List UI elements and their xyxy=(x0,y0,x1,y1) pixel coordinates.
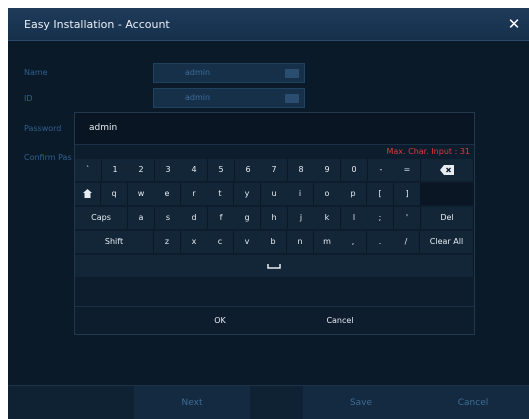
caps-key[interactable]: Caps xyxy=(75,207,128,229)
next-button[interactable]: Next xyxy=(134,386,250,419)
close-icon[interactable]: ✕ xyxy=(503,12,525,36)
key-10[interactable]: 0 xyxy=(341,159,368,181)
ok-button[interactable]: OK xyxy=(165,307,275,335)
key-a[interactable]: a xyxy=(128,207,155,229)
bottom-bar: Next Save Cancel xyxy=(8,385,529,419)
key-.[interactable]: . xyxy=(367,231,394,253)
key-row-1: ` 1 2 3 4 5 6 7 8 9 0- = xyxy=(75,159,475,181)
key-p[interactable]: p xyxy=(340,183,367,205)
key-12[interactable]: = xyxy=(394,159,421,181)
save-button[interactable]: Save xyxy=(303,386,419,419)
id-label: ID xyxy=(24,94,33,103)
key-'[interactable]: ' xyxy=(394,207,421,229)
backspace-icon xyxy=(440,164,454,175)
key-9[interactable]: 9 xyxy=(314,159,341,181)
backspace-key[interactable] xyxy=(421,159,474,181)
name-value: admin xyxy=(185,68,211,77)
keyboard-icon[interactable] xyxy=(285,69,299,78)
key-q[interactable]: q xyxy=(101,183,128,205)
id-field[interactable]: admin xyxy=(153,88,305,108)
shift-key[interactable]: Shift xyxy=(75,231,154,253)
key-11[interactable]: - xyxy=(368,159,395,181)
key-m[interactable]: m xyxy=(314,231,341,253)
max-char-hint: Max. Char. Input : 31 xyxy=(386,147,471,156)
key-w[interactable]: w xyxy=(128,183,155,205)
key-n[interactable]: n xyxy=(287,231,314,253)
key-y[interactable]: y xyxy=(234,183,261,205)
key-s[interactable]: s xyxy=(155,207,182,229)
key-z[interactable]: z xyxy=(154,231,181,253)
key-k[interactable]: k xyxy=(314,207,341,229)
key-i[interactable]: i xyxy=(287,183,314,205)
key-row-3: Caps a s d f g h j k l; ' Del xyxy=(75,207,475,229)
key-e[interactable]: e xyxy=(154,183,181,205)
key-u[interactable]: u xyxy=(261,183,288,205)
space-key[interactable] xyxy=(75,255,474,277)
keyboard-input-value: admin xyxy=(89,123,118,133)
cancel-button[interactable]: Cancel xyxy=(417,386,529,419)
keyboard-input[interactable]: admin xyxy=(75,113,474,145)
key-1[interactable]: 1 xyxy=(102,159,129,181)
key-h[interactable]: h xyxy=(261,207,288,229)
key-[[interactable]: [ xyxy=(367,183,394,205)
key-4[interactable]: 4 xyxy=(181,159,208,181)
key-,[interactable]: , xyxy=(340,231,367,253)
easy-installation-window: Easy Installation - Account ✕ Name admin… xyxy=(8,8,529,419)
key-j[interactable]: j xyxy=(288,207,315,229)
key-][interactable]: ] xyxy=(394,183,421,205)
space-icon xyxy=(267,263,281,269)
home-icon xyxy=(83,189,92,198)
key-t[interactable]: t xyxy=(207,183,234,205)
key-;[interactable]: ; xyxy=(367,207,394,229)
virtual-keyboard: admin Max. Char. Input : 31 ` 1 2 3 4 5 6 7 8 9 0-… xyxy=(74,112,475,335)
password-label: Password xyxy=(24,124,62,133)
name-field[interactable]: admin xyxy=(153,63,305,83)
key-/[interactable]: / xyxy=(393,231,420,253)
key-x[interactable]: x xyxy=(181,231,208,253)
delete-key[interactable]: Del xyxy=(421,207,474,229)
key-row-4: Shift z x c v b n m,. / Clear All xyxy=(75,231,475,253)
key-5[interactable]: 5 xyxy=(208,159,235,181)
key-v[interactable]: v xyxy=(234,231,261,253)
id-value: admin xyxy=(185,93,211,102)
key-7[interactable]: 7 xyxy=(261,159,288,181)
name-label: Name xyxy=(24,68,48,77)
key-8[interactable]: 8 xyxy=(288,159,315,181)
keyboard-cancel-button[interactable]: Cancel xyxy=(285,307,395,335)
key-0[interactable]: ` xyxy=(75,159,102,181)
key-l[interactable]: l xyxy=(341,207,368,229)
key-o[interactable]: o xyxy=(314,183,341,205)
key-g[interactable]: g xyxy=(234,207,261,229)
keyboard-actions: OK Cancel xyxy=(75,306,474,334)
key-6[interactable]: 6 xyxy=(235,159,262,181)
home-key[interactable] xyxy=(75,183,101,205)
title-bar: Easy Installation - Account ✕ xyxy=(8,8,529,41)
key-row-2: q w e r t y u i o p[] xyxy=(75,183,475,205)
key-f[interactable]: f xyxy=(208,207,235,229)
key-d[interactable]: d xyxy=(181,207,208,229)
key-r[interactable]: r xyxy=(181,183,208,205)
blank-key[interactable] xyxy=(420,183,474,205)
key-c[interactable]: c xyxy=(207,231,234,253)
clear-all-key[interactable]: Clear All xyxy=(420,231,474,253)
keyboard-icon[interactable] xyxy=(285,94,299,103)
key-3[interactable]: 3 xyxy=(155,159,182,181)
key-b[interactable]: b xyxy=(260,231,287,253)
key-2[interactable]: 2 xyxy=(128,159,155,181)
window-title: Easy Installation - Account xyxy=(24,18,170,31)
confirm-password-label: Confirm Pas xyxy=(24,153,72,162)
key-row-5 xyxy=(75,255,475,277)
